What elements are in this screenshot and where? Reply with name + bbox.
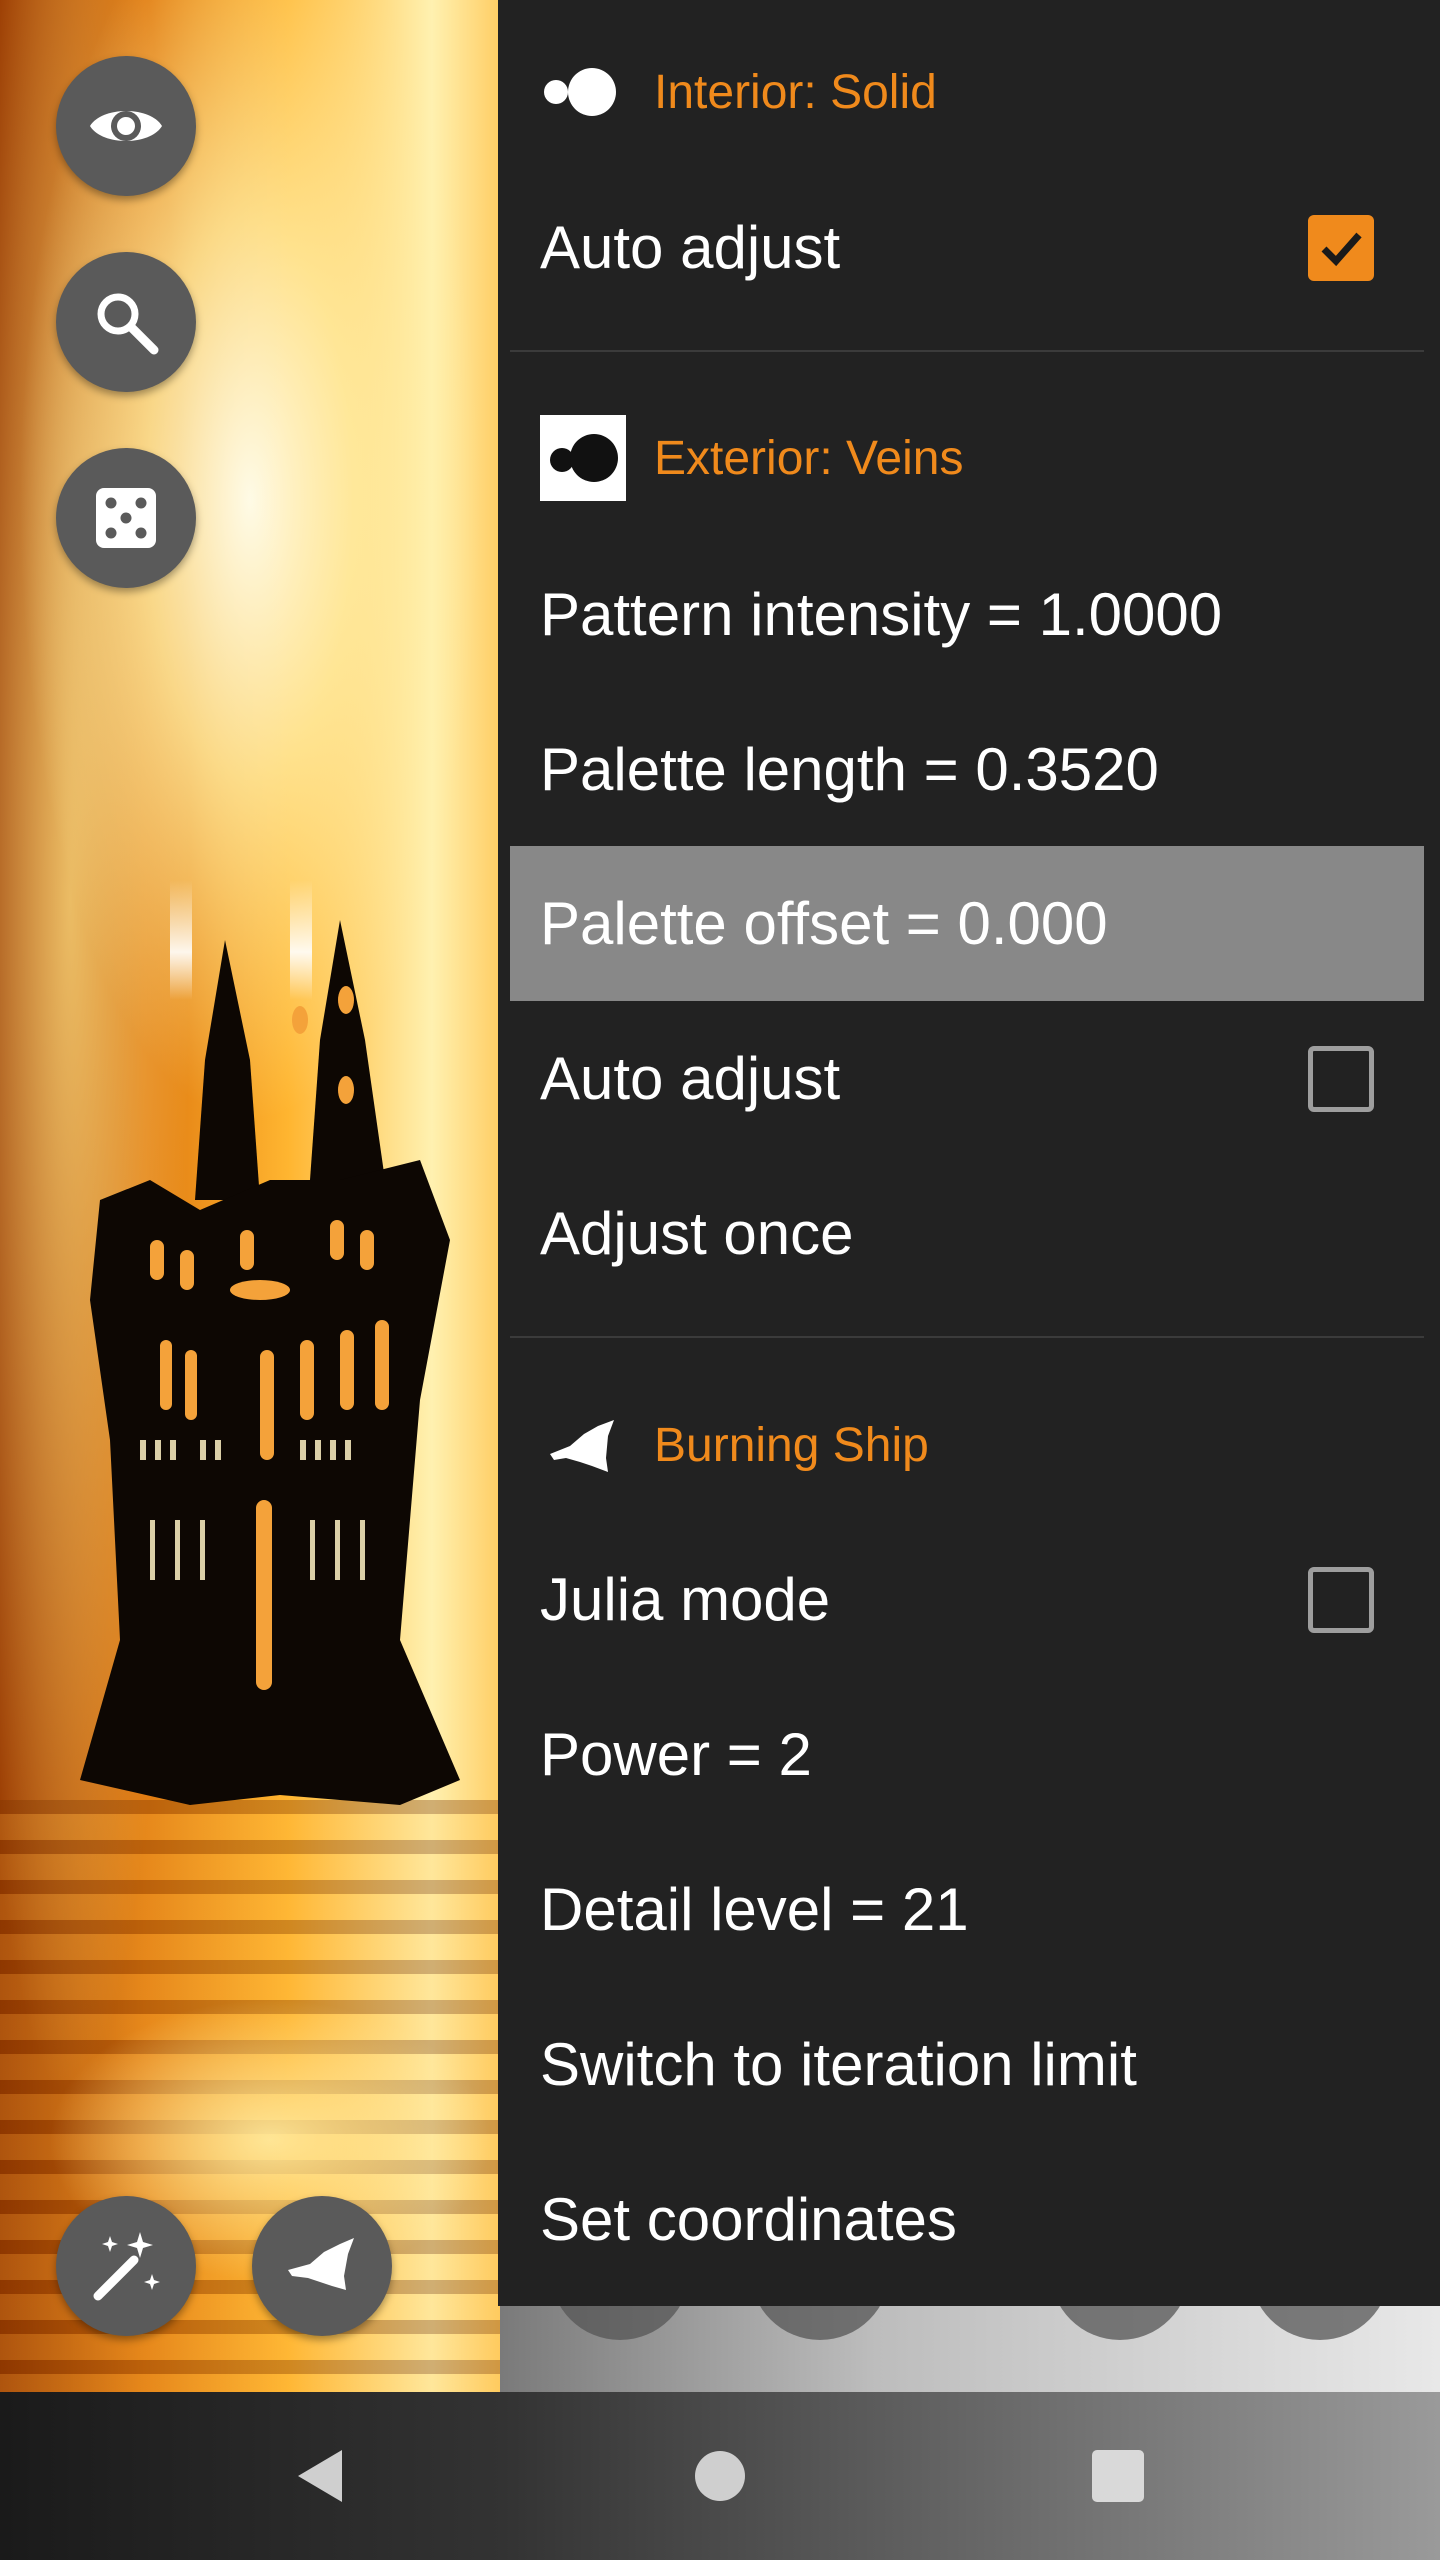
fractal-section-header[interactable]: Burning Ship [540,1395,929,1495]
julia-mode-checkbox[interactable] [1308,1566,1374,1633]
section-divider [510,350,1424,352]
eye-icon [90,111,162,141]
recents-button[interactable] [1038,2392,1198,2560]
interior-auto-adjust-row[interactable]: Auto adjust [510,170,1424,325]
interior-auto-adjust-checkbox[interactable] [1308,214,1374,281]
magnifier-icon [97,293,159,355]
magic-wand-button[interactable] [56,2196,196,2336]
fractal-section-title: Burning Ship [654,1418,929,1472]
burning-ship-icon [540,1402,626,1488]
home-button[interactable] [640,2392,800,2560]
adjust-once-row[interactable]: Adjust once [510,1156,1424,1311]
set-coordinates-label: Set coordinates [540,2186,957,2253]
magic-wand-icon [93,2232,160,2301]
randomize-button[interactable] [56,448,196,588]
zoom-button[interactable] [56,252,196,392]
system-navigation-bar [0,2392,1440,2560]
palette-length-row[interactable]: Palette length = 0.3520 [510,692,1424,847]
exterior-veins-icon [540,415,626,501]
interior-section-title: Interior: Solid [654,65,937,119]
palette-length-label: Palette length = 0.3520 [540,736,1159,803]
switch-iteration-limit-label: Switch to iteration limit [540,2031,1137,2098]
pattern-intensity-label: Pattern intensity = 1.0000 [540,581,1223,648]
palette-offset-row[interactable]: Palette offset = 0.000 [510,846,1424,1001]
fractal-type-button[interactable] [252,2196,392,2336]
power-label: Power = 2 [540,1721,812,1788]
adjust-once-label: Adjust once [540,1200,854,1267]
interior-solid-icon [540,49,626,135]
settings-panel: Interior: Solid Auto adjust Exterior: Ve… [498,0,1440,2306]
recents-square-icon [1092,2450,1144,2502]
back-triangle-icon [298,2450,342,2502]
exterior-section-header[interactable]: Exterior: Veins [540,408,963,508]
interior-auto-adjust-label: Auto adjust [540,214,841,281]
power-row[interactable]: Power = 2 [510,1677,1424,1832]
exterior-auto-adjust-label: Auto adjust [540,1045,841,1112]
dice-icon [96,488,156,548]
section-divider [510,1336,1424,1338]
palette-offset-label: Palette offset = 0.000 [540,890,1108,957]
interior-section-header[interactable]: Interior: Solid [540,42,937,142]
set-coordinates-row[interactable]: Set coordinates [510,2142,1424,2297]
home-circle-icon [695,2451,745,2501]
burning-ship-fractal [80,880,460,1805]
checkmark-icon [1321,232,1362,266]
exterior-section-title: Exterior: Veins [654,431,964,485]
julia-mode-label: Julia mode [540,1566,831,1633]
julia-mode-row[interactable]: Julia mode [510,1522,1424,1677]
back-button[interactable] [240,2392,400,2560]
burning-ship-icon [288,2238,354,2290]
detail-level-row[interactable]: Detail level = 21 [510,1832,1424,1987]
visibility-button[interactable] [56,56,196,196]
switch-iteration-limit-row[interactable]: Switch to iteration limit [510,1987,1424,2142]
exterior-auto-adjust-row[interactable]: Auto adjust [510,1001,1424,1156]
pattern-intensity-row[interactable]: Pattern intensity = 1.0000 [510,537,1424,692]
detail-level-label: Detail level = 21 [540,1876,969,1943]
exterior-auto-adjust-checkbox[interactable] [1308,1045,1374,1112]
